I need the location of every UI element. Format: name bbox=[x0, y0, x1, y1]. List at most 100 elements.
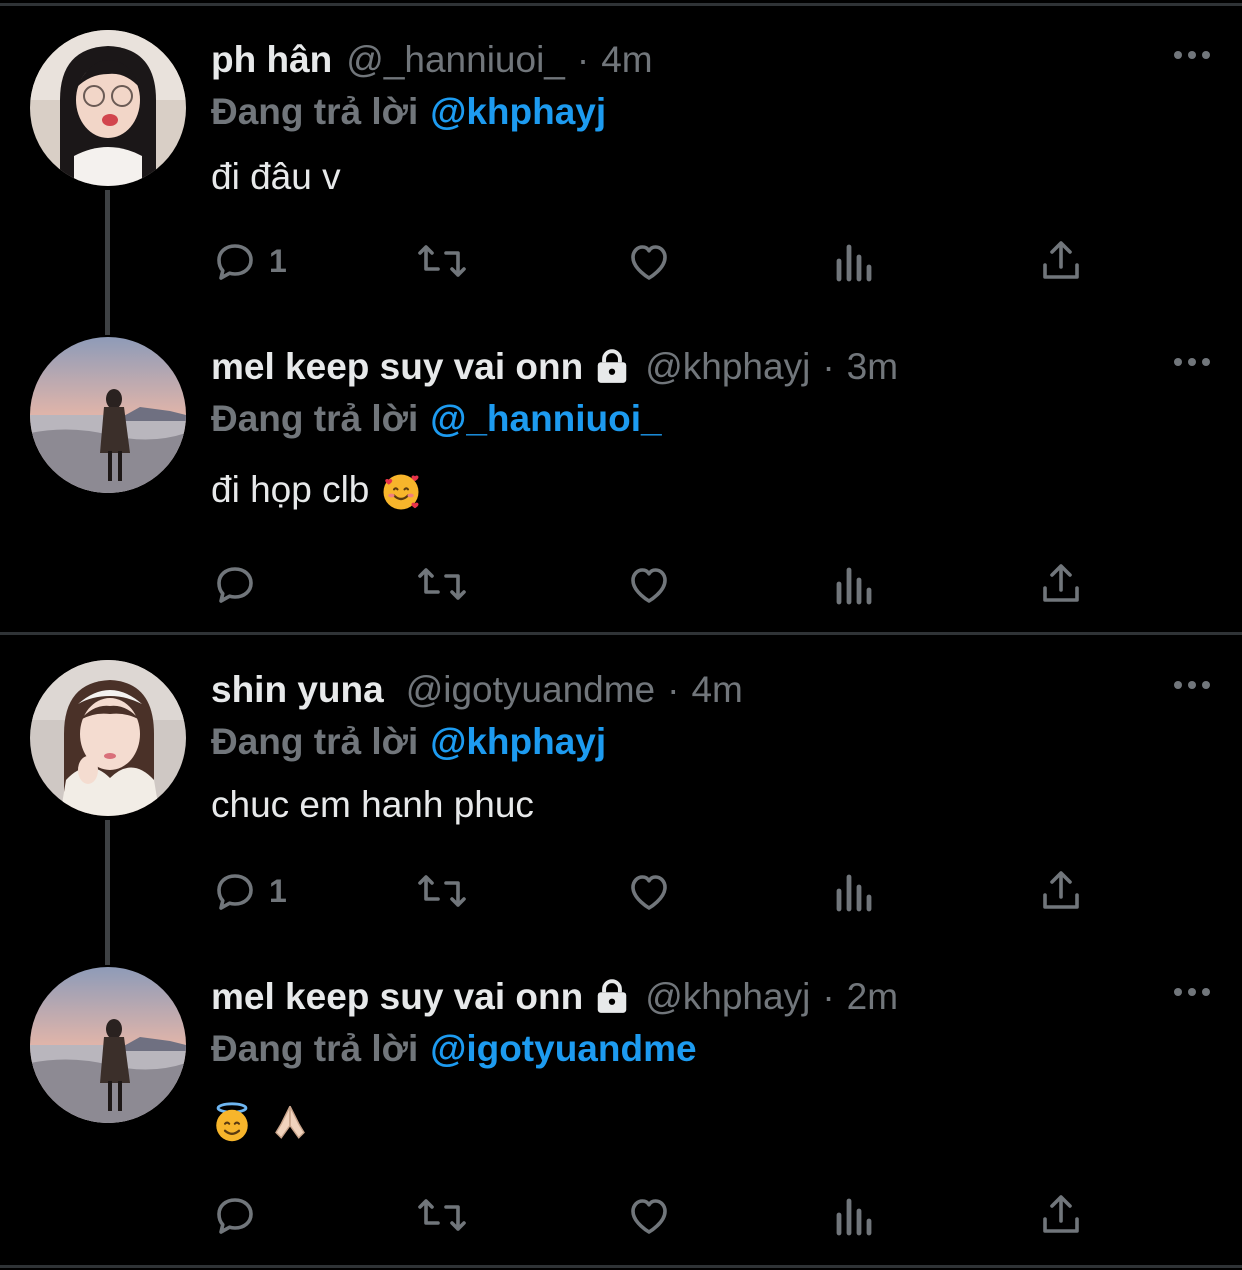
retweet-icon bbox=[418, 245, 466, 277]
tweet-header: mel keep suy vai onn @khphayj · 3m bbox=[211, 337, 898, 397]
retweet-button[interactable] bbox=[414, 236, 470, 286]
dot-separator: · bbox=[667, 669, 680, 710]
replying-to-handle[interactable]: @igotyuandme bbox=[430, 1028, 696, 1069]
analytics-icon bbox=[836, 244, 872, 282]
author-name[interactable]: mel keep suy vai onn bbox=[211, 967, 583, 1027]
avatar-beach-sunset-icon bbox=[30, 337, 186, 493]
tweet-text: chuc em hanh phuc bbox=[211, 780, 534, 830]
divider-top bbox=[0, 3, 1242, 6]
like-button[interactable] bbox=[625, 559, 673, 609]
dot-separator: · bbox=[822, 346, 835, 387]
tweet-1[interactable]: ph hân @_hanniuoi_ · 4m Đang trả lời @khp… bbox=[0, 30, 1242, 335]
replying-to-label: Đang trả lời bbox=[211, 398, 419, 439]
tweet-text bbox=[211, 1095, 311, 1145]
smiling-face-with-hearts-icon bbox=[383, 474, 419, 510]
avatar-girl-glasses-icon bbox=[30, 30, 186, 186]
tweet-header: ph hân @_hanniuoi_ · 4m bbox=[211, 30, 653, 90]
like-button[interactable] bbox=[625, 866, 673, 916]
share-button[interactable] bbox=[1037, 1190, 1085, 1240]
like-button[interactable] bbox=[625, 1190, 673, 1240]
tweet-text: đi đâu v bbox=[211, 152, 341, 202]
author-handle[interactable]: @khphayj bbox=[645, 337, 810, 397]
reply-button[interactable]: 1 bbox=[211, 236, 287, 286]
analytics-button[interactable] bbox=[833, 236, 877, 286]
replying-to-label: Đang trả lời bbox=[211, 1028, 419, 1069]
analytics-icon bbox=[836, 874, 872, 912]
tweet-4[interactable]: mel keep suy vai onn @khphayj · 2m Đang … bbox=[0, 967, 1242, 1262]
avatar[interactable] bbox=[30, 967, 186, 1123]
reply-count: 1 bbox=[269, 872, 287, 909]
retweet-icon bbox=[418, 568, 466, 600]
analytics-button[interactable] bbox=[833, 866, 877, 916]
avatar-beach-sunset-icon bbox=[30, 967, 186, 1123]
smiling-face-with-halo-icon bbox=[216, 1102, 248, 1142]
analytics-icon bbox=[836, 1198, 872, 1236]
action-bar bbox=[211, 1190, 1111, 1240]
avatar[interactable] bbox=[30, 337, 186, 493]
analytics-icon bbox=[836, 567, 872, 605]
reply-button[interactable] bbox=[211, 559, 269, 609]
tweet-3[interactable]: shin yuna @igotyuandme · 4m Đang trả lời… bbox=[0, 660, 1242, 965]
analytics-button[interactable] bbox=[833, 559, 877, 609]
thread-connector bbox=[105, 190, 110, 335]
like-button[interactable] bbox=[625, 236, 673, 286]
replying-to-handle[interactable]: @khphayj bbox=[430, 721, 606, 762]
folded-hands-icon bbox=[275, 1106, 306, 1140]
more-options-icon[interactable] bbox=[1172, 977, 1212, 1007]
heart-icon bbox=[631, 245, 667, 280]
avatar-girl-headband-icon bbox=[30, 660, 186, 816]
replying-to: Đang trả lời @khphayj bbox=[211, 712, 606, 772]
more-options-icon[interactable] bbox=[1172, 40, 1212, 70]
more-options-icon[interactable] bbox=[1172, 347, 1212, 377]
author-handle[interactable]: @igotyuandme bbox=[406, 660, 655, 720]
reply-button[interactable]: 1 bbox=[211, 866, 287, 916]
action-bar: 1 bbox=[211, 236, 1111, 286]
tweet-header: shin yuna @igotyuandme · 4m bbox=[211, 660, 743, 720]
timestamp[interactable]: 3m bbox=[847, 337, 898, 397]
replying-to: Đang trả lời @_hanniuoi_ bbox=[211, 389, 662, 449]
tweet-text: đi họp clb bbox=[211, 465, 422, 515]
tweet-text-content: đi họp clb bbox=[211, 469, 370, 510]
thread-connector bbox=[105, 820, 110, 965]
share-button[interactable] bbox=[1037, 236, 1085, 286]
reply-icon bbox=[217, 244, 253, 280]
author-name[interactable]: ph hân bbox=[211, 30, 332, 90]
heart-icon bbox=[631, 875, 667, 910]
more-options-icon[interactable] bbox=[1172, 670, 1212, 700]
share-button[interactable] bbox=[1037, 559, 1085, 609]
timestamp[interactable]: 4m bbox=[601, 30, 652, 90]
share-button[interactable] bbox=[1037, 866, 1085, 916]
avatar[interactable] bbox=[30, 660, 186, 816]
retweet-button[interactable] bbox=[414, 559, 470, 609]
action-bar bbox=[211, 559, 1111, 609]
reply-button[interactable] bbox=[211, 1190, 269, 1240]
author-name[interactable]: shin yuna bbox=[211, 660, 384, 720]
author-handle[interactable]: @_hanniuoi_ bbox=[346, 30, 565, 90]
tweet-text-content: đi đâu v bbox=[211, 156, 341, 197]
avatar[interactable] bbox=[30, 30, 186, 186]
timestamp[interactable]: 4m bbox=[691, 660, 742, 720]
replying-to: Đang trả lời @khphayj bbox=[211, 82, 606, 142]
timestamp[interactable]: 2m bbox=[847, 967, 898, 1027]
dot-separator: · bbox=[576, 39, 590, 80]
replying-to: Đang trả lời @igotyuandme bbox=[211, 1019, 697, 1079]
reply-icon bbox=[217, 874, 253, 910]
action-bar: 1 bbox=[211, 866, 1111, 916]
reply-icon bbox=[217, 1198, 253, 1234]
author-handle[interactable]: @khphayj bbox=[645, 967, 810, 1027]
replying-to-handle[interactable]: @_hanniuoi_ bbox=[430, 398, 661, 439]
heart-icon bbox=[631, 568, 667, 603]
dot-separator: · bbox=[822, 976, 835, 1017]
analytics-button[interactable] bbox=[833, 1190, 877, 1240]
retweet-button[interactable] bbox=[414, 866, 470, 916]
divider-bottom bbox=[0, 1265, 1242, 1268]
tweet-header: mel keep suy vai onn @khphayj · 2m bbox=[211, 967, 898, 1027]
author-name[interactable]: mel keep suy vai onn bbox=[211, 337, 583, 397]
replying-to-handle[interactable]: @khphayj bbox=[430, 91, 606, 132]
retweet-button[interactable] bbox=[414, 1190, 470, 1240]
tweet-2[interactable]: mel keep suy vai onn @khphayj · 3m Đang … bbox=[0, 337, 1242, 627]
lock-icon bbox=[597, 349, 627, 383]
share-icon bbox=[1043, 1195, 1079, 1233]
lock-icon bbox=[597, 979, 627, 1013]
share-icon bbox=[1043, 564, 1079, 602]
